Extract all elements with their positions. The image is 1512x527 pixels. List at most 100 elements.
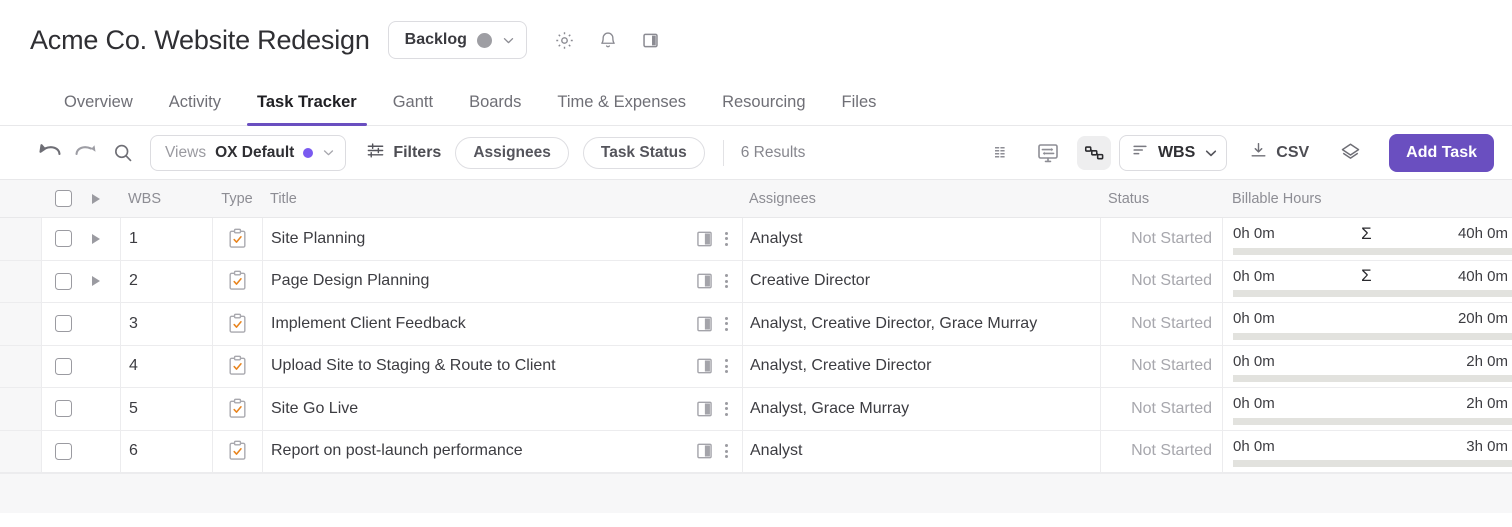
bell-icon[interactable] bbox=[597, 29, 619, 51]
hours-total: 40h 0m bbox=[1457, 225, 1508, 243]
gear-icon[interactable] bbox=[554, 29, 576, 51]
main-tabs: Overview Activity Task Tracker Gantt Boa… bbox=[0, 80, 1512, 126]
tab-label: Boards bbox=[469, 93, 522, 111]
side-panel-icon[interactable] bbox=[697, 273, 712, 289]
tab-overview[interactable]: Overview bbox=[46, 80, 151, 125]
add-task-button[interactable]: Add Task bbox=[1389, 133, 1494, 172]
expand-triangle-icon[interactable] bbox=[92, 233, 100, 244]
redo-icon[interactable] bbox=[68, 136, 102, 170]
table-row[interactable]: 1 Site Planning Analyst Not Started 0h 0… bbox=[0, 218, 1512, 261]
task-title[interactable]: Site Planning bbox=[271, 230, 697, 248]
hours-progress-bar bbox=[1233, 417, 1512, 425]
chevron-down-icon bbox=[322, 146, 335, 159]
tab-time-expenses[interactable]: Time & Expenses bbox=[539, 80, 704, 125]
tab-label: Files bbox=[841, 93, 877, 111]
side-panel-icon[interactable] bbox=[697, 443, 712, 459]
hours-line: 0h 0m 3h 0m bbox=[1229, 435, 1512, 457]
task-clipboard-icon bbox=[227, 270, 248, 292]
task-clipboard-icon bbox=[227, 440, 248, 462]
cell-assignees: Analyst bbox=[742, 430, 1100, 472]
tab-task-tracker[interactable]: Task Tracker bbox=[239, 80, 375, 126]
row-checkbox[interactable] bbox=[54, 315, 72, 333]
row-checkbox[interactable] bbox=[54, 442, 72, 460]
cell-type bbox=[212, 303, 262, 345]
row-checkbox[interactable] bbox=[54, 400, 72, 418]
column-header-status[interactable]: Status bbox=[1100, 180, 1222, 217]
expand-triangle-icon[interactable] bbox=[92, 276, 100, 287]
views-dot-icon bbox=[303, 147, 314, 158]
task-title[interactable]: Upload Site to Staging & Route to Client bbox=[271, 357, 697, 375]
row-checkbox[interactable] bbox=[54, 230, 72, 248]
hours-total: 2h 0m bbox=[1466, 352, 1508, 370]
tab-resourcing[interactable]: Resourcing bbox=[704, 80, 823, 125]
task-title[interactable]: Implement Client Feedback bbox=[271, 315, 697, 333]
table-body: 1 Site Planning Analyst Not Started 0h 0… bbox=[0, 218, 1512, 473]
chip-task-status[interactable]: Task Status bbox=[582, 136, 705, 169]
tab-boards[interactable]: Boards bbox=[451, 80, 539, 125]
row-gutter bbox=[0, 218, 42, 260]
project-status-dropdown[interactable]: Backlog bbox=[387, 21, 527, 59]
chip-assignees[interactable]: Assignees bbox=[455, 136, 569, 169]
expand-all-triangle-icon[interactable] bbox=[92, 193, 100, 204]
export-csv-button[interactable]: CSV bbox=[1249, 141, 1309, 165]
tab-gantt[interactable]: Gantt bbox=[375, 80, 451, 125]
side-panel-icon[interactable] bbox=[640, 29, 662, 51]
hours-line: 0h 0m Σ 40h 0m bbox=[1229, 265, 1512, 287]
tab-label: Resourcing bbox=[722, 93, 806, 111]
task-title[interactable]: Page Design Planning bbox=[271, 272, 697, 290]
page-title: Acme Co. Website Redesign bbox=[30, 24, 370, 55]
cell-billable-hours: 0h 0m 2h 0m bbox=[1222, 388, 1512, 430]
task-title[interactable]: Site Go Live bbox=[271, 400, 697, 418]
cell-title: Site Go Live bbox=[262, 388, 742, 430]
side-panel-icon[interactable] bbox=[697, 358, 712, 374]
row-expand-cell bbox=[84, 346, 120, 388]
hours-progress-bar bbox=[1233, 247, 1512, 255]
row-actions bbox=[697, 442, 742, 460]
side-panel-icon[interactable] bbox=[697, 401, 712, 417]
row-menu-icon[interactable] bbox=[721, 315, 732, 333]
views-selector[interactable]: Views OX Default bbox=[150, 134, 347, 171]
column-density-icon[interactable] bbox=[985, 136, 1019, 170]
row-menu-icon[interactable] bbox=[721, 442, 732, 460]
hours-logged: 0h 0m bbox=[1233, 437, 1275, 455]
column-header-billable-hours[interactable]: Billable Hours bbox=[1222, 180, 1512, 217]
row-menu-icon[interactable] bbox=[721, 400, 732, 418]
column-header-assignees[interactable]: Assignees bbox=[742, 180, 1100, 217]
layers-icon[interactable] bbox=[1333, 136, 1367, 170]
chevron-down-icon bbox=[502, 34, 515, 47]
cell-billable-hours: 0h 0m 20h 0m bbox=[1222, 303, 1512, 345]
search-icon[interactable] bbox=[106, 136, 140, 170]
table-row[interactable]: 4 Upload Site to Staging & Route to Clie… bbox=[0, 345, 1512, 388]
side-panel-icon[interactable] bbox=[697, 316, 712, 332]
sigma-icon: Σ bbox=[1361, 266, 1372, 286]
undo-icon[interactable] bbox=[34, 136, 68, 170]
display-settings-icon[interactable] bbox=[1031, 136, 1065, 170]
cell-assignees: Analyst, Creative Director bbox=[742, 345, 1100, 387]
row-gutter bbox=[0, 260, 42, 302]
table-row[interactable]: 5 Site Go Live Analyst, Grace Murray Not… bbox=[0, 388, 1512, 431]
row-menu-icon[interactable] bbox=[721, 230, 732, 248]
sort-selector[interactable]: WBS bbox=[1118, 134, 1228, 171]
row-menu-icon[interactable] bbox=[721, 357, 732, 375]
row-expand-cell bbox=[84, 431, 120, 473]
column-header-title[interactable]: Title bbox=[262, 180, 742, 217]
filters-button[interactable]: Filters bbox=[366, 141, 441, 165]
table-row[interactable]: 2 Page Design Planning Creative Director… bbox=[0, 260, 1512, 303]
cell-wbs: 1 bbox=[120, 218, 212, 260]
row-checkbox[interactable] bbox=[54, 357, 72, 375]
row-checkbox[interactable] bbox=[54, 272, 72, 290]
hours-logged: 0h 0m bbox=[1233, 225, 1275, 243]
table-row[interactable]: 6 Report on post-launch performance Anal… bbox=[0, 430, 1512, 473]
tab-files[interactable]: Files bbox=[824, 80, 895, 125]
download-icon bbox=[1249, 141, 1268, 165]
select-all-checkbox[interactable] bbox=[54, 190, 72, 207]
dependencies-icon[interactable] bbox=[1076, 135, 1111, 170]
table-row[interactable]: 3 Implement Client Feedback Analyst, Cre… bbox=[0, 303, 1512, 346]
task-title[interactable]: Report on post-launch performance bbox=[271, 442, 697, 460]
tab-activity[interactable]: Activity bbox=[151, 80, 239, 125]
column-header-type[interactable]: Type bbox=[212, 180, 262, 217]
row-menu-icon[interactable] bbox=[721, 272, 732, 290]
side-panel-icon[interactable] bbox=[697, 231, 712, 247]
column-header-wbs[interactable]: WBS bbox=[120, 180, 212, 217]
cell-wbs: 4 bbox=[120, 345, 212, 387]
